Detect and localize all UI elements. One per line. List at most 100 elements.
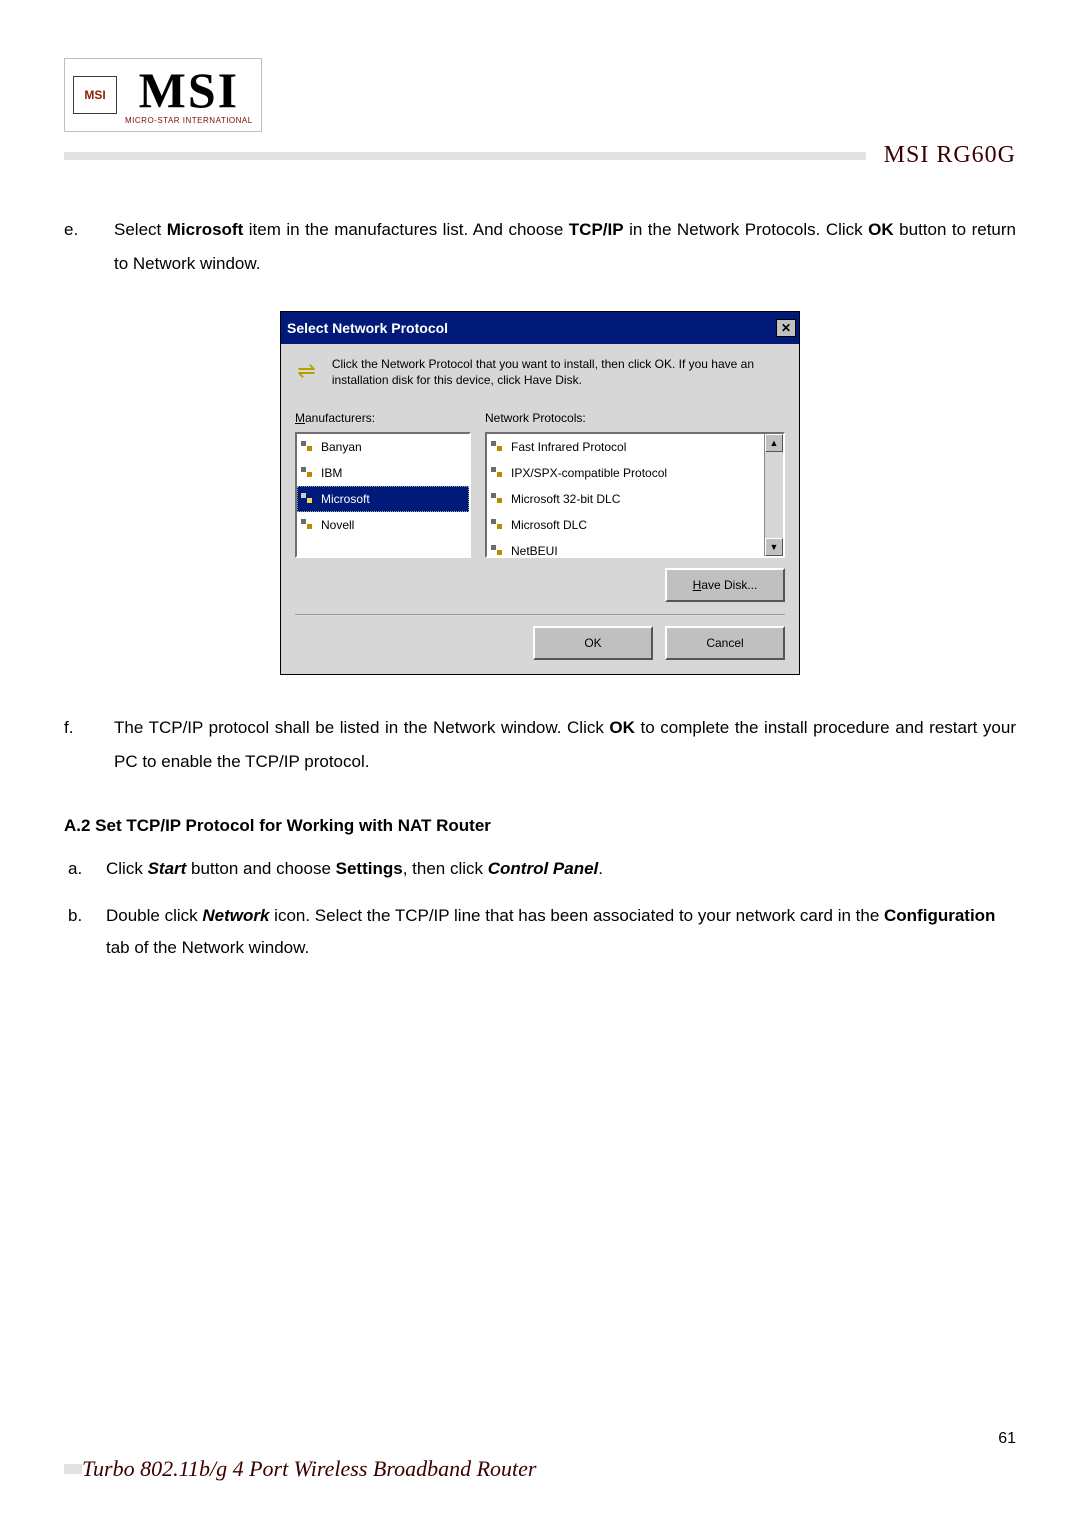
underline: M: [295, 411, 305, 425]
text: .: [598, 859, 603, 878]
dialog-intro-text: Click the Network Protocol that you want…: [332, 356, 785, 388]
ok-cancel-row: OK Cancel: [295, 626, 785, 660]
protocol-icon: ⇌: [295, 356, 318, 386]
step-a-body: Click Start button and choose Settings, …: [106, 853, 603, 885]
text-bold: Configuration: [884, 906, 995, 925]
text: tab of the Network window.: [106, 938, 309, 957]
list-item-label: IBM: [321, 461, 342, 485]
scroll-up-button[interactable]: ▲: [765, 434, 783, 452]
dialog-separator: [295, 614, 785, 616]
text: Select: [114, 220, 167, 239]
text: , then click: [403, 859, 488, 878]
list-item[interactable]: IBM: [297, 460, 469, 486]
plug-icon: [491, 493, 505, 505]
text: icon. Select the TCP/IP line that has be…: [269, 906, 884, 925]
list-item[interactable]: Fast Infrared Protocol: [487, 434, 764, 460]
step-e-body: Select Microsoft item in the manufacture…: [114, 213, 1016, 281]
protocols-label: Network Protocols:: [485, 406, 785, 430]
plug-icon: [301, 441, 315, 453]
list-item-label: Fast Infrared Protocol: [511, 435, 626, 459]
text: Click: [106, 859, 148, 878]
logo-wordmark: MSI: [139, 65, 239, 115]
manufacturers-label: Manufacturers:: [295, 406, 471, 430]
text: Double click: [106, 906, 202, 925]
dialog-screenshot: Select Network Protocol ✕ ⇌ Click the Ne…: [64, 311, 1016, 675]
header-rule: MSI RG60G: [64, 142, 1016, 169]
list-item[interactable]: IPX/SPX-compatible Protocol: [487, 460, 764, 486]
plug-icon: [491, 545, 505, 557]
content: e. Select Microsoft item in the manufact…: [64, 213, 1016, 964]
plug-icon: [491, 467, 505, 479]
plug-icon: [301, 493, 315, 505]
text-bold: TCP/IP: [569, 220, 624, 239]
text-bold-italic: Network: [202, 906, 269, 925]
manufacturers-listbox[interactable]: BanyanIBMMicrosoftNovell: [295, 432, 471, 558]
model-name: MSI RG60G: [884, 142, 1016, 169]
footer-rule-left: [64, 1464, 82, 1474]
text: The TCP/IP protocol shall be listed in t…: [114, 718, 609, 737]
list-item[interactable]: Novell: [297, 512, 469, 538]
close-icon: ✕: [781, 322, 791, 334]
footer-row: Turbo 802.11b/g 4 Port Wireless Broadban…: [64, 1456, 1016, 1482]
label-rest: anufacturers:: [305, 411, 375, 425]
have-disk-button[interactable]: Have Disk...: [665, 568, 785, 602]
dialog-title: Select Network Protocol: [287, 314, 448, 342]
list-item[interactable]: NetBEUI: [487, 538, 764, 558]
list-item[interactable]: Microsoft: [297, 486, 469, 512]
rule-line: [64, 152, 866, 160]
step-b-body: Double click Network icon. Select the TC…: [106, 900, 1016, 965]
logo-bar: MSI MSI MICRO-STAR INTERNATIONAL: [64, 58, 1016, 132]
cancel-button[interactable]: Cancel: [665, 626, 785, 660]
plug-icon: [491, 519, 505, 531]
text-bold-italic: Control Panel: [488, 859, 599, 878]
step-a: a. Click Start button and choose Setting…: [68, 853, 1016, 885]
step-a-marker: a.: [68, 853, 94, 885]
plug-icon: [301, 519, 315, 531]
list-item-label: IPX/SPX-compatible Protocol: [511, 461, 667, 485]
text: in the Network Protocols. Click: [624, 220, 869, 239]
step-b-marker: b.: [68, 900, 94, 965]
logo-subtext: MICRO-STAR INTERNATIONAL: [125, 117, 253, 125]
list-item-label: Microsoft: [321, 487, 370, 511]
arrow-down-icon: ▼: [770, 538, 779, 556]
plug-icon: [301, 467, 315, 479]
list-item-label: Microsoft DLC: [511, 513, 587, 537]
label-rest: ave Disk...: [701, 578, 757, 592]
select-network-protocol-dialog: Select Network Protocol ✕ ⇌ Click the Ne…: [280, 311, 800, 675]
step-f-body: The TCP/IP protocol shall be listed in t…: [114, 711, 1016, 779]
list-item[interactable]: Microsoft DLC: [487, 512, 764, 538]
step-b: b. Double click Network icon. Select the…: [68, 900, 1016, 965]
dialog-columns: Manufacturers: BanyanIBMMicrosoftNovell …: [295, 406, 785, 558]
text-bold: OK: [609, 718, 635, 737]
footer-title: Turbo 802.11b/g 4 Port Wireless Broadban…: [82, 1456, 1016, 1482]
list-item[interactable]: Banyan: [297, 434, 469, 460]
plug-icon: [491, 441, 505, 453]
scroll-down-button[interactable]: ▼: [765, 538, 783, 556]
text-bold: OK: [868, 220, 894, 239]
logo-chip-text: MSI: [84, 89, 105, 101]
document-page: MSI MSI MICRO-STAR INTERNATIONAL MSI RG6…: [0, 0, 1080, 1526]
dialog-titlebar: Select Network Protocol ✕: [281, 312, 799, 344]
page-footer: Turbo 802.11b/g 4 Port Wireless Broadban…: [64, 1456, 1016, 1482]
text: item in the manufactures list. And choos…: [243, 220, 569, 239]
text-bold: Microsoft: [167, 220, 244, 239]
dialog-body: ⇌ Click the Network Protocol that you wa…: [281, 344, 799, 674]
text-bold: Settings: [336, 859, 403, 878]
list-item-label: Banyan: [321, 435, 362, 459]
arrow-up-icon: ▲: [770, 434, 779, 452]
list-item-label: NetBEUI: [511, 539, 558, 558]
dialog-intro: ⇌ Click the Network Protocol that you wa…: [295, 356, 785, 388]
protocols-scrollbar[interactable]: ▲ ▼: [764, 434, 783, 556]
close-button[interactable]: ✕: [776, 319, 796, 337]
logo-main: MSI MICRO-STAR INTERNATIONAL: [125, 65, 253, 125]
protocols-column: Network Protocols: Fast Infrared Protoco…: [485, 406, 785, 558]
step-e: e. Select Microsoft item in the manufact…: [64, 213, 1016, 281]
text: button and choose: [186, 859, 335, 878]
section-a2-heading: A.2 Set TCP/IP Protocol for Working with…: [64, 809, 1016, 843]
logo-chip-icon: MSI: [73, 76, 117, 114]
list-item[interactable]: Microsoft 32-bit DLC: [487, 486, 764, 512]
protocols-listbox[interactable]: Fast Infrared ProtocolIPX/SPX-compatible…: [485, 432, 785, 558]
ok-button[interactable]: OK: [533, 626, 653, 660]
protocols-items: Fast Infrared ProtocolIPX/SPX-compatible…: [487, 434, 764, 556]
step-f: f. The TCP/IP protocol shall be listed i…: [64, 711, 1016, 779]
